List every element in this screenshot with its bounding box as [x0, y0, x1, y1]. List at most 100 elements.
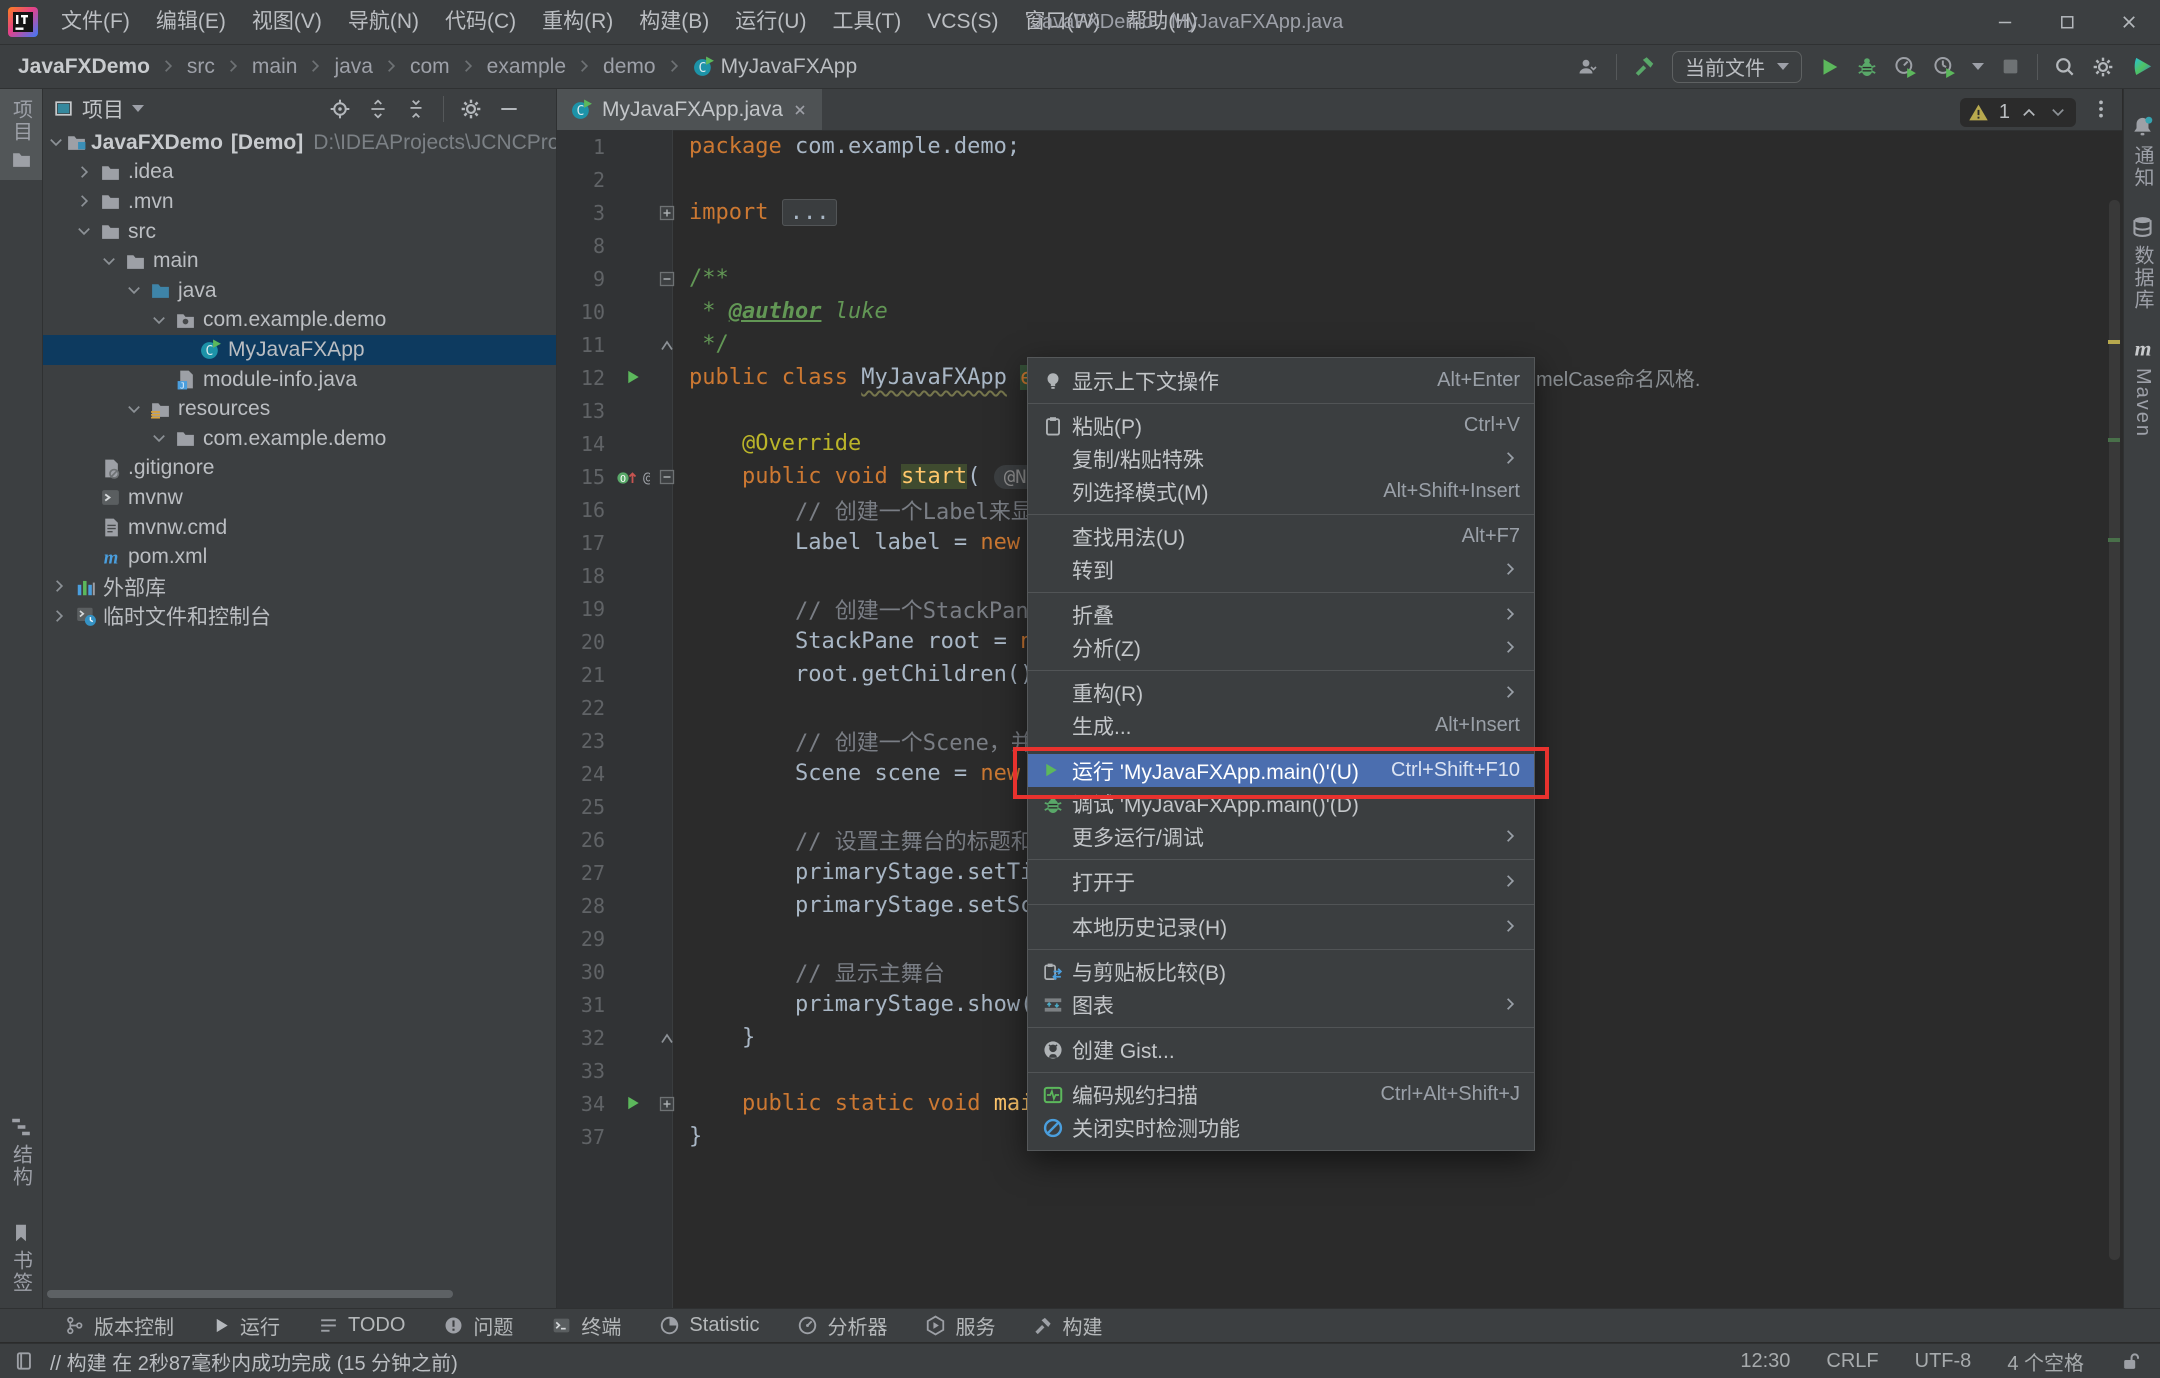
menubar-item[interactable]: 导航(N) — [335, 0, 432, 44]
tree-item[interactable]: mvnw.cmd — [43, 513, 556, 543]
context-menu-item[interactable]: 查找用法(U)Alt+F7 — [1028, 520, 1534, 553]
tool-window-button-stat[interactable]: Statistic — [659, 1314, 759, 1337]
context-menu-item[interactable]: 创建 Gist... — [1028, 1033, 1534, 1066]
code-line[interactable]: 9/** — [557, 262, 2122, 295]
context-menu-item[interactable]: 更多运行/调试 — [1028, 820, 1534, 853]
breadcrumb-item[interactable]: com — [408, 55, 452, 79]
tree-expand-icon[interactable] — [47, 577, 72, 596]
tree-expand-icon[interactable] — [122, 400, 147, 419]
tree-item[interactable]: java — [43, 276, 556, 306]
run-button[interactable] — [1818, 56, 1840, 78]
tree-expand-icon[interactable] — [147, 311, 172, 330]
code-line[interactable]: 3import ... — [557, 196, 2122, 229]
tree-expand-icon[interactable] — [72, 163, 97, 182]
breadcrumb-item[interactable]: CMyJavaFXApp — [691, 55, 860, 79]
tool-window-button-hammer[interactable]: 构建 — [1033, 1311, 1102, 1340]
tool-window-structure-button[interactable]: 结构 — [0, 1106, 42, 1198]
tool-window-bookmarks-button[interactable]: 书签 — [0, 1212, 42, 1304]
context-menu-item[interactable]: 本地历史记录(H) — [1028, 910, 1534, 943]
code-line[interactable]: 8 — [557, 229, 2122, 262]
tree-expand-icon[interactable] — [97, 252, 122, 271]
collapse-all-icon[interactable] — [405, 98, 427, 120]
menubar-item[interactable]: 代码(C) — [432, 0, 529, 44]
menubar-item[interactable]: 重构(R) — [529, 0, 626, 44]
unlocked-padlock-icon[interactable] — [2120, 1350, 2142, 1372]
tree-item[interactable]: Jmodule-info.java — [43, 365, 556, 395]
fold-marker[interactable] — [653, 1030, 680, 1046]
tree-item[interactable]: .mvn — [43, 187, 556, 217]
editor-tab[interactable]: C MyJavaFXApp.java — [557, 89, 822, 130]
tool-window-button-services[interactable]: 服务 — [925, 1311, 995, 1340]
status-line-separator-widget[interactable]: CRLF — [1826, 1350, 1878, 1373]
status-clock-position-widget[interactable]: 12:30 — [1740, 1350, 1790, 1373]
fold-marker[interactable] — [653, 205, 680, 221]
tree-item[interactable]: .idea — [43, 158, 556, 188]
context-menu-item[interactable]: 编码规约扫描Ctrl+Alt+Shift+J — [1028, 1078, 1534, 1111]
tool-window-project-button[interactable]: 项目 — [0, 89, 42, 180]
tree-item[interactable]: main — [43, 246, 556, 276]
tree-expand-icon[interactable] — [72, 192, 97, 211]
build-hammer-icon[interactable] — [1633, 55, 1656, 78]
context-menu-item[interactable]: 粘贴(P)Ctrl+V — [1028, 409, 1534, 442]
code-line[interactable]: 10 * @author luke — [557, 295, 2122, 328]
context-menu-item[interactable]: 与剪贴板比较(B) — [1028, 955, 1534, 988]
tree-item[interactable]: mpom.xml — [43, 542, 556, 572]
fold-marker[interactable] — [653, 271, 680, 287]
context-menu-item[interactable]: 折叠 — [1028, 598, 1534, 631]
tool-window-button-branch[interactable]: 版本控制 — [64, 1311, 174, 1340]
maximize-button[interactable] — [2036, 0, 2098, 44]
tree-item[interactable]: resources — [43, 394, 556, 424]
fold-marker[interactable] — [653, 337, 680, 353]
tree-item[interactable]: mvnw — [43, 483, 556, 513]
menubar-item[interactable]: 构建(B) — [626, 0, 722, 44]
tool-window-数据库-button[interactable]: 数据库 — [2124, 215, 2160, 311]
breadcrumb-item[interactable]: main — [250, 55, 300, 79]
breadcrumb-item[interactable]: demo — [601, 55, 658, 79]
background-tasks-icon[interactable] — [14, 1350, 36, 1372]
menubar-item[interactable]: 编辑(E) — [143, 0, 239, 44]
breadcrumb-item[interactable]: example — [485, 55, 568, 79]
menubar-item[interactable]: VCS(S) — [914, 0, 1011, 44]
context-menu-item[interactable]: 关闭实时检测功能 — [1028, 1111, 1534, 1144]
tree-expand-icon[interactable] — [147, 429, 172, 448]
panel-settings-gear-icon[interactable] — [460, 98, 482, 120]
context-menu-item[interactable]: 分析(Z) — [1028, 631, 1534, 664]
hide-panel-icon[interactable] — [498, 98, 520, 120]
tab-options-dots-icon[interactable] — [2090, 95, 2112, 123]
close-button[interactable] — [2098, 0, 2160, 44]
fold-marker[interactable] — [653, 1096, 680, 1112]
breadcrumb-item[interactable]: src — [185, 55, 217, 79]
breadcrumb-item[interactable]: JavaFXDemo — [16, 55, 152, 79]
minimize-button[interactable] — [1974, 0, 2036, 44]
plugin-colorful-icon[interactable] — [2130, 55, 2154, 79]
tree-item[interactable]: 临时文件和控制台 — [43, 602, 556, 632]
run-configuration-selector[interactable]: 当前文件 — [1672, 51, 1802, 83]
context-menu-item[interactable]: 图表 — [1028, 988, 1534, 1021]
tool-window-通知-button[interactable]: 通知 — [2124, 115, 2160, 189]
status-encoding-widget[interactable]: UTF-8 — [1915, 1350, 1972, 1373]
next-warning-chevron-down-icon[interactable] — [2049, 103, 2068, 122]
tool-window-button-terminal[interactable]: 终端 — [551, 1311, 621, 1340]
overrides-method-icon[interactable]: O@ — [616, 467, 650, 487]
search-everywhere-icon[interactable] — [2054, 56, 2076, 78]
tree-item[interactable]: CMyJavaFXApp — [43, 335, 556, 365]
debug-button[interactable] — [1856, 56, 1878, 78]
horizontal-scrollbar[interactable] — [47, 1290, 453, 1298]
tree-item[interactable]: 外部库 — [43, 572, 556, 602]
context-menu-item[interactable]: 生成...Alt+Insert — [1028, 709, 1534, 742]
close-tab-icon[interactable] — [792, 102, 808, 118]
tree-item[interactable]: JavaFXDemo[Demo]D:\IDEAProjects\JCNCProj… — [43, 128, 556, 158]
tree-expand-icon[interactable] — [47, 133, 66, 152]
user-account-icon[interactable] — [1577, 57, 1600, 76]
context-menu-item[interactable]: 显示上下文操作Alt+Enter — [1028, 364, 1534, 397]
tool-window-button-problem[interactable]: 问题 — [443, 1311, 513, 1340]
code-line[interactable]: 1package com.example.demo; — [557, 130, 2122, 163]
context-menu-item[interactable]: 转到 — [1028, 553, 1534, 586]
tool-window-button-todo[interactable]: TODO — [318, 1314, 405, 1337]
profiler-button[interactable] — [1894, 55, 1917, 78]
run-line-icon[interactable] — [624, 1094, 643, 1113]
context-menu-item[interactable]: 复制/粘贴特殊 — [1028, 442, 1534, 475]
menubar-item[interactable]: 视图(V) — [239, 0, 335, 44]
settings-gear-icon[interactable] — [2092, 56, 2114, 78]
breadcrumb-item[interactable]: java — [332, 55, 375, 79]
